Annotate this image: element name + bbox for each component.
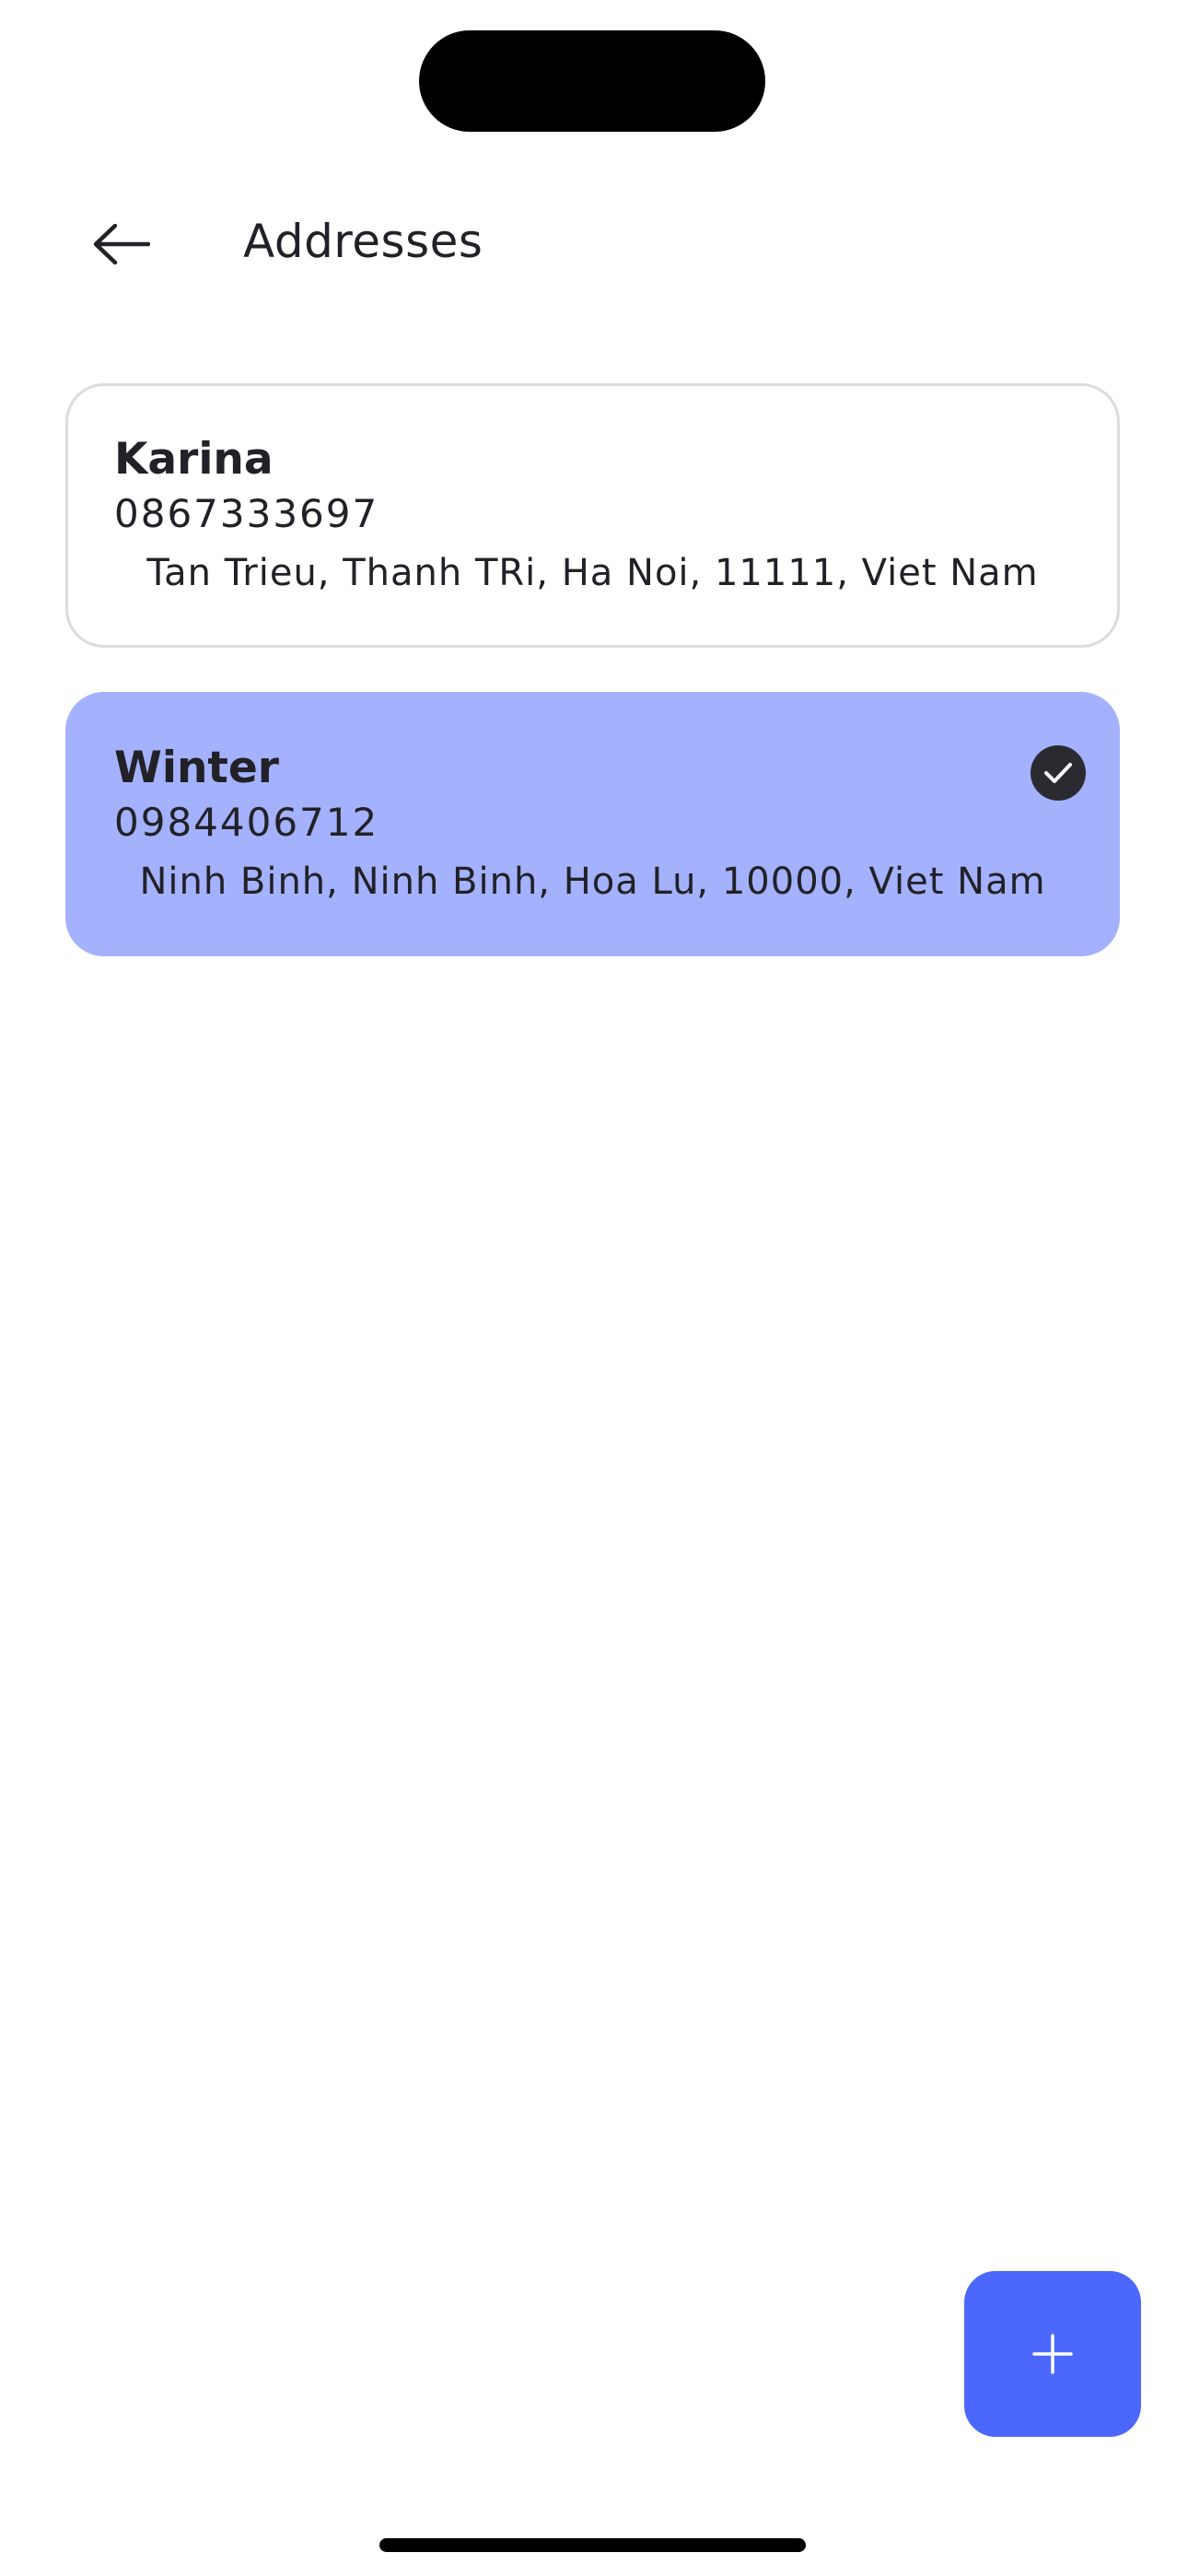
address-text: Tan Trieu, Thanh TRi, Ha Noi, 11111, Vie… <box>146 552 1039 594</box>
address-phone: 0984406712 <box>114 800 379 845</box>
address-text: Ninh Binh, Ninh Binh, Hoa Lu, 10000, Vie… <box>139 861 1046 903</box>
check-circle-icon <box>1031 745 1086 801</box>
back-button[interactable] <box>76 203 168 286</box>
address-card-winter[interactable]: Winter 0984406712 Ninh Binh, Ninh Binh, … <box>65 692 1120 956</box>
plus-icon <box>1032 2334 1073 2374</box>
address-list: Karina 0867333697 Tan Trieu, Thanh TRi, … <box>65 383 1120 1001</box>
address-name: Winter <box>114 743 279 793</box>
address-card-karina[interactable]: Karina 0867333697 Tan Trieu, Thanh TRi, … <box>65 383 1120 648</box>
home-indicator <box>379 2538 806 2552</box>
address-name: Karina <box>114 434 274 485</box>
add-address-button[interactable] <box>964 2271 1141 2437</box>
dynamic-island <box>419 30 765 132</box>
page-title: Addresses <box>243 215 483 268</box>
address-phone: 0867333697 <box>114 491 379 536</box>
app-header: Addresses <box>0 184 1188 304</box>
arrow-left-icon <box>93 224 150 264</box>
